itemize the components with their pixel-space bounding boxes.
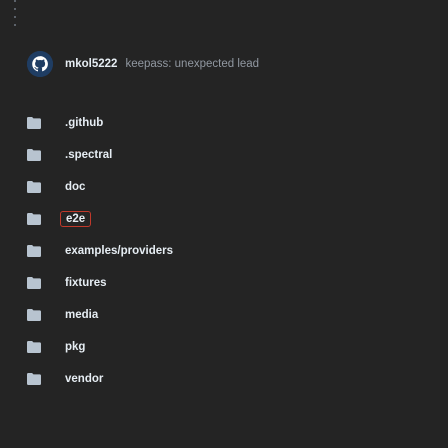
file-row-fixtures[interactable]: fixtures [27, 267, 178, 299]
folder-icon [27, 341, 41, 353]
file-row-e2e[interactable]: e2e [27, 203, 178, 235]
latest-commit-bar: mkol5222 keepass: unexpected lead [27, 51, 259, 77]
folder-icon [27, 213, 41, 225]
folder-link[interactable]: fixtures [60, 275, 112, 291]
folder-icon [27, 373, 41, 385]
file-row-github[interactable]: .github [27, 107, 178, 139]
repository-file-browser: mkol5222 keepass: unexpected lead .githu… [0, 0, 448, 448]
file-row-spectral[interactable]: .spectral [27, 139, 178, 171]
folder-link[interactable]: media [60, 307, 103, 323]
folder-icon [27, 309, 41, 321]
folder-icon [27, 181, 41, 193]
folder-link-selected[interactable]: e2e [60, 211, 92, 227]
folder-icon [27, 245, 41, 257]
file-row-pkg[interactable]: pkg [27, 331, 178, 363]
file-row-examples-providers[interactable]: examples/providers [27, 235, 178, 267]
folder-link[interactable]: doc [60, 179, 90, 195]
commit-author-link[interactable]: mkol5222 [65, 58, 117, 70]
commit-message-link[interactable]: keepass: unexpected lead [125, 58, 259, 70]
folder-icon [27, 149, 41, 161]
folder-icon [27, 277, 41, 289]
folder-link[interactable]: .github [60, 115, 108, 131]
file-row-doc[interactable]: doc [27, 171, 178, 203]
folder-icon [27, 117, 41, 129]
file-row-vendor[interactable]: vendor [27, 363, 178, 395]
folder-link[interactable]: pkg [60, 339, 90, 355]
file-list: .github .spectral doc e2e examples/provi… [27, 107, 178, 395]
folder-link[interactable]: .spectral [60, 147, 117, 163]
file-row-media[interactable]: media [27, 299, 178, 331]
kebab-menu-icon[interactable] [14, 0, 16, 30]
folder-link[interactable]: examples/providers [60, 243, 178, 259]
folder-link[interactable]: vendor [60, 371, 108, 387]
github-user-avatar-icon[interactable] [27, 51, 53, 77]
